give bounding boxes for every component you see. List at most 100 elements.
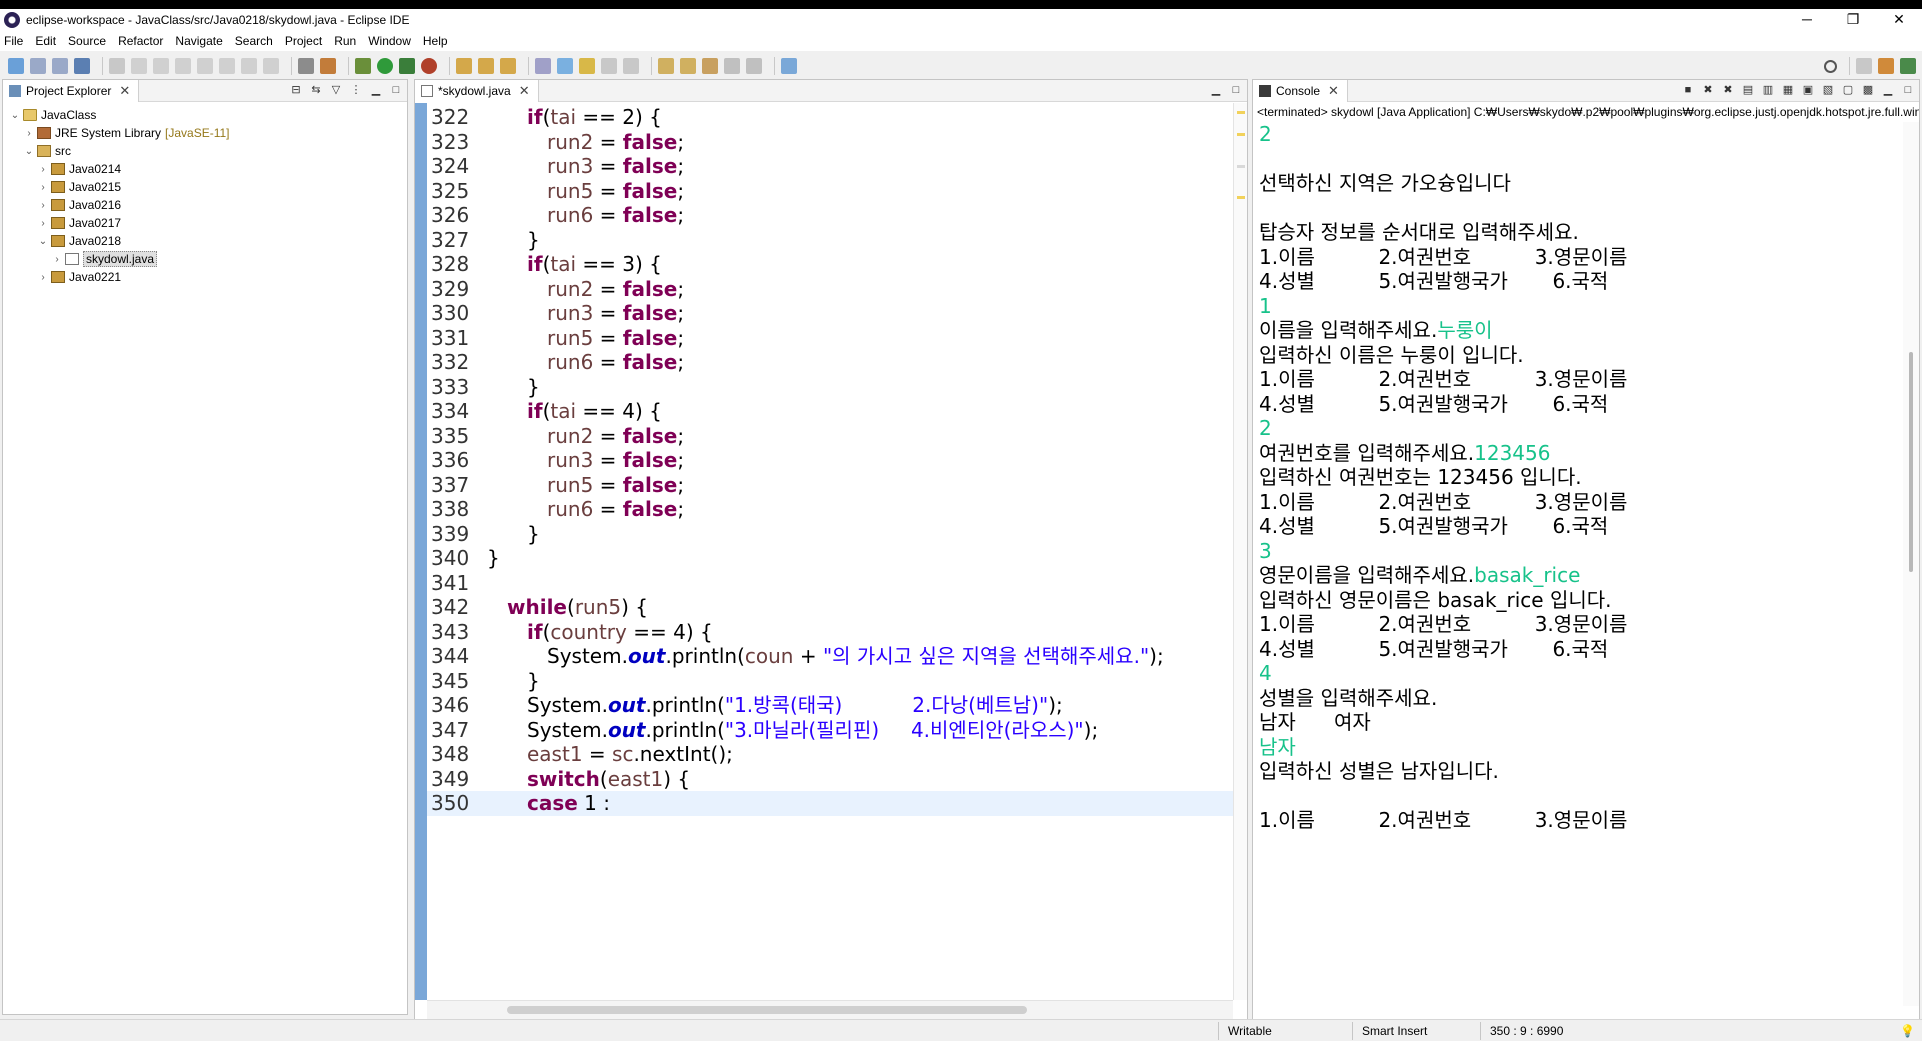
menu-search[interactable]: Search [235, 34, 273, 48]
tab-skydowl-java[interactable]: *skydowl.java ✕ [415, 79, 539, 102]
chevron-right-icon[interactable]: › [51, 254, 63, 265]
close-icon[interactable]: ✕ [119, 83, 130, 99]
console-vertical-scrollbar[interactable] [1903, 122, 1919, 1006]
menu-file[interactable]: File [4, 34, 23, 48]
menu-refactor[interactable]: Refactor [118, 34, 163, 48]
open-perspective-icon[interactable] [1856, 58, 1872, 74]
pin-editor-icon[interactable] [781, 58, 797, 74]
chevron-down-icon[interactable]: ⌄ [37, 236, 49, 247]
toggle-mark-occurrences-icon[interactable] [557, 58, 573, 74]
tree-item[interactable]: ⌄ src [3, 142, 407, 160]
tree-item[interactable]: › Java0215 [3, 178, 407, 196]
code-line[interactable]: 345} [427, 669, 1233, 694]
status-cursor-position[interactable]: 350 : 9 : 6990 [1490, 1024, 1563, 1038]
minimize-button[interactable]: ─ [1784, 9, 1830, 31]
external-tools-icon[interactable] [421, 58, 437, 74]
tree-item[interactable]: › skydowl.java [3, 250, 407, 268]
toggle-block-selection-icon[interactable] [601, 58, 617, 74]
close-button[interactable]: ✕ [1876, 9, 1922, 31]
step-over-icon[interactable] [241, 58, 257, 74]
maximize-view-icon[interactable]: □ [1229, 83, 1243, 97]
minimize-view-icon[interactable]: ▁ [369, 83, 383, 97]
tree-item[interactable]: ⌄ Java0218 [3, 232, 407, 250]
tree-item[interactable]: › Java0221 [3, 268, 407, 286]
save-icon[interactable] [30, 58, 46, 74]
suspend-icon[interactable] [153, 58, 169, 74]
close-icon[interactable]: ✕ [519, 83, 530, 99]
code-line[interactable]: 325 run5 = false; [427, 179, 1233, 204]
code-line[interactable]: 343 if(country == 4) { [427, 620, 1233, 645]
last-edit-location-icon[interactable] [702, 58, 718, 74]
skip-breakpoints-icon[interactable] [109, 58, 125, 74]
chevron-right-icon[interactable]: › [37, 200, 49, 211]
remove-launch-icon[interactable]: ✖ [1701, 83, 1715, 97]
overview-marker[interactable] [1237, 165, 1245, 168]
chevron-right-icon[interactable]: › [37, 182, 49, 193]
chevron-down-icon[interactable]: ⌄ [9, 110, 21, 121]
terminate-icon[interactable] [175, 58, 191, 74]
tab-project-explorer[interactable]: Project Explorer ✕ [3, 79, 140, 102]
next-annotation-icon[interactable] [658, 58, 674, 74]
open-type-icon[interactable] [535, 58, 551, 74]
minimize-view-icon[interactable]: ▁ [1881, 83, 1895, 97]
terminate-icon[interactable]: ■ [1681, 83, 1695, 97]
close-icon[interactable]: ✕ [1328, 83, 1339, 99]
java-ee-perspective-icon[interactable] [1878, 58, 1894, 74]
scrollbar-thumb[interactable] [507, 1006, 1027, 1014]
link-with-editor-icon[interactable]: ⇆ [309, 83, 323, 97]
use-step-filters-icon[interactable] [298, 58, 314, 74]
step-into-icon[interactable] [219, 58, 235, 74]
code-line[interactable]: 338 run6 = false; [427, 497, 1233, 522]
pin-console-icon[interactable]: ▧ [1821, 83, 1835, 97]
new-java-project-icon[interactable] [456, 58, 472, 74]
code-line[interactable]: 336 run3 = false; [427, 448, 1233, 473]
minimize-view-icon[interactable]: ▁ [1209, 83, 1223, 97]
tab-console[interactable]: Console ✕ [1253, 79, 1348, 102]
remove-all-terminated-icon[interactable]: ✖ [1721, 83, 1735, 97]
new-class-icon[interactable] [500, 58, 516, 74]
tree-item[interactable]: › JRE System Library [JavaSE-11] [3, 124, 407, 142]
debug-icon[interactable] [355, 58, 371, 74]
search-icon[interactable] [1824, 59, 1837, 73]
save-all-icon[interactable] [52, 58, 68, 74]
tree-item[interactable]: › Java0217 [3, 214, 407, 232]
new-package-icon[interactable] [478, 58, 494, 74]
code-line[interactable]: 324 run3 = false; [427, 154, 1233, 179]
menu-edit[interactable]: Edit [35, 34, 56, 48]
overview-ruler[interactable] [1233, 103, 1247, 1000]
java-perspective-icon[interactable] [1900, 58, 1916, 74]
code-line[interactable]: 335 run2 = false; [427, 424, 1233, 449]
code-line[interactable]: 346 System.out.println("1.방콕(태국) 2.다낭(베트남… [427, 693, 1233, 718]
tree-item[interactable]: ⌄ JavaClass [3, 106, 407, 124]
code-area[interactable]: 322 if(tai == 2) {323 run2 = false; 324 run3… [427, 103, 1233, 1000]
collapse-all-icon[interactable]: ⊟ [289, 83, 303, 97]
code-line[interactable]: 339} [427, 522, 1233, 547]
show-whitespace-icon[interactable] [623, 58, 639, 74]
filter-icon[interactable]: ▽ [329, 83, 343, 97]
menu-help[interactable]: Help [423, 34, 448, 48]
menu-window[interactable]: Window [368, 34, 411, 48]
tree-item[interactable]: › Java0214 [3, 160, 407, 178]
code-line[interactable]: 327} [427, 228, 1233, 253]
run-coverage-icon[interactable] [399, 58, 415, 74]
menu-project[interactable]: Project [285, 34, 322, 48]
scroll-lock-icon[interactable]: ▥ [1761, 83, 1775, 97]
code-line[interactable]: 334 if(tai == 4) { [427, 399, 1233, 424]
chevron-down-icon[interactable]: ⌄ [23, 146, 35, 157]
code-line[interactable]: 331 run5 = false; [427, 326, 1233, 351]
view-menu-icon[interactable]: ⋮ [349, 83, 363, 97]
notification-icon[interactable]: 💡 [1900, 1024, 1915, 1038]
code-line[interactable]: 341 [427, 571, 1233, 596]
menu-navigate[interactable]: Navigate [175, 34, 222, 48]
code-line[interactable]: 344 System.out.println(coun + "의 가시고 싶은 지… [427, 644, 1233, 669]
code-line[interactable]: 333} [427, 375, 1233, 400]
code-line[interactable]: 323 run2 = false; [427, 130, 1233, 155]
display-selected-console-icon[interactable]: ▢ [1841, 83, 1855, 97]
toggle-breadcrumb-icon[interactable] [579, 58, 595, 74]
code-line[interactable]: 342 while(run5) { [427, 595, 1233, 620]
overview-marker[interactable] [1237, 133, 1245, 136]
code-line[interactable]: 322 if(tai == 2) { [427, 105, 1233, 130]
coverage-icon[interactable] [320, 58, 336, 74]
chevron-right-icon[interactable]: › [37, 164, 49, 175]
code-line[interactable]: 328 if(tai == 3) { [427, 252, 1233, 277]
